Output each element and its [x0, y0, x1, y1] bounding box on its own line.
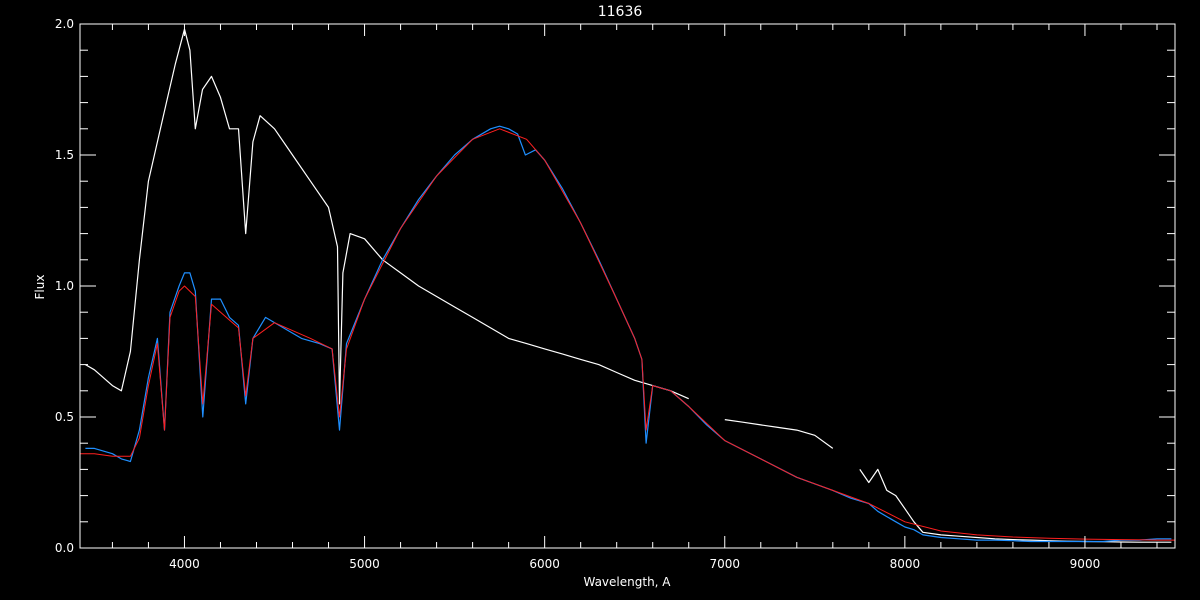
chart-title: 11636: [598, 4, 643, 20]
x-tick-label: 9000: [1070, 557, 1101, 571]
y-tick-label: 2.0: [55, 17, 74, 31]
y-tick-label: 1.0: [55, 279, 74, 293]
y-axis-label: Flux: [33, 275, 47, 300]
y-tick-label: 0.5: [55, 410, 74, 424]
x-tick-label: 8000: [890, 557, 921, 571]
y-tick-label: 0.0: [55, 541, 74, 555]
x-axis-label: Wavelength, A: [583, 575, 671, 589]
x-tick-label: 5000: [349, 557, 380, 571]
y-tick-label: 1.5: [55, 148, 74, 162]
spectrum-chart: 11636 4000 5000 6000 7000 8000 9000 0.0 0.5 1.0 1…: [0, 0, 1200, 600]
x-tick-label: 7000: [709, 557, 740, 571]
x-tick-label: 6000: [529, 557, 560, 571]
x-tick-label: 4000: [169, 557, 200, 571]
chart-background: [0, 0, 1200, 600]
